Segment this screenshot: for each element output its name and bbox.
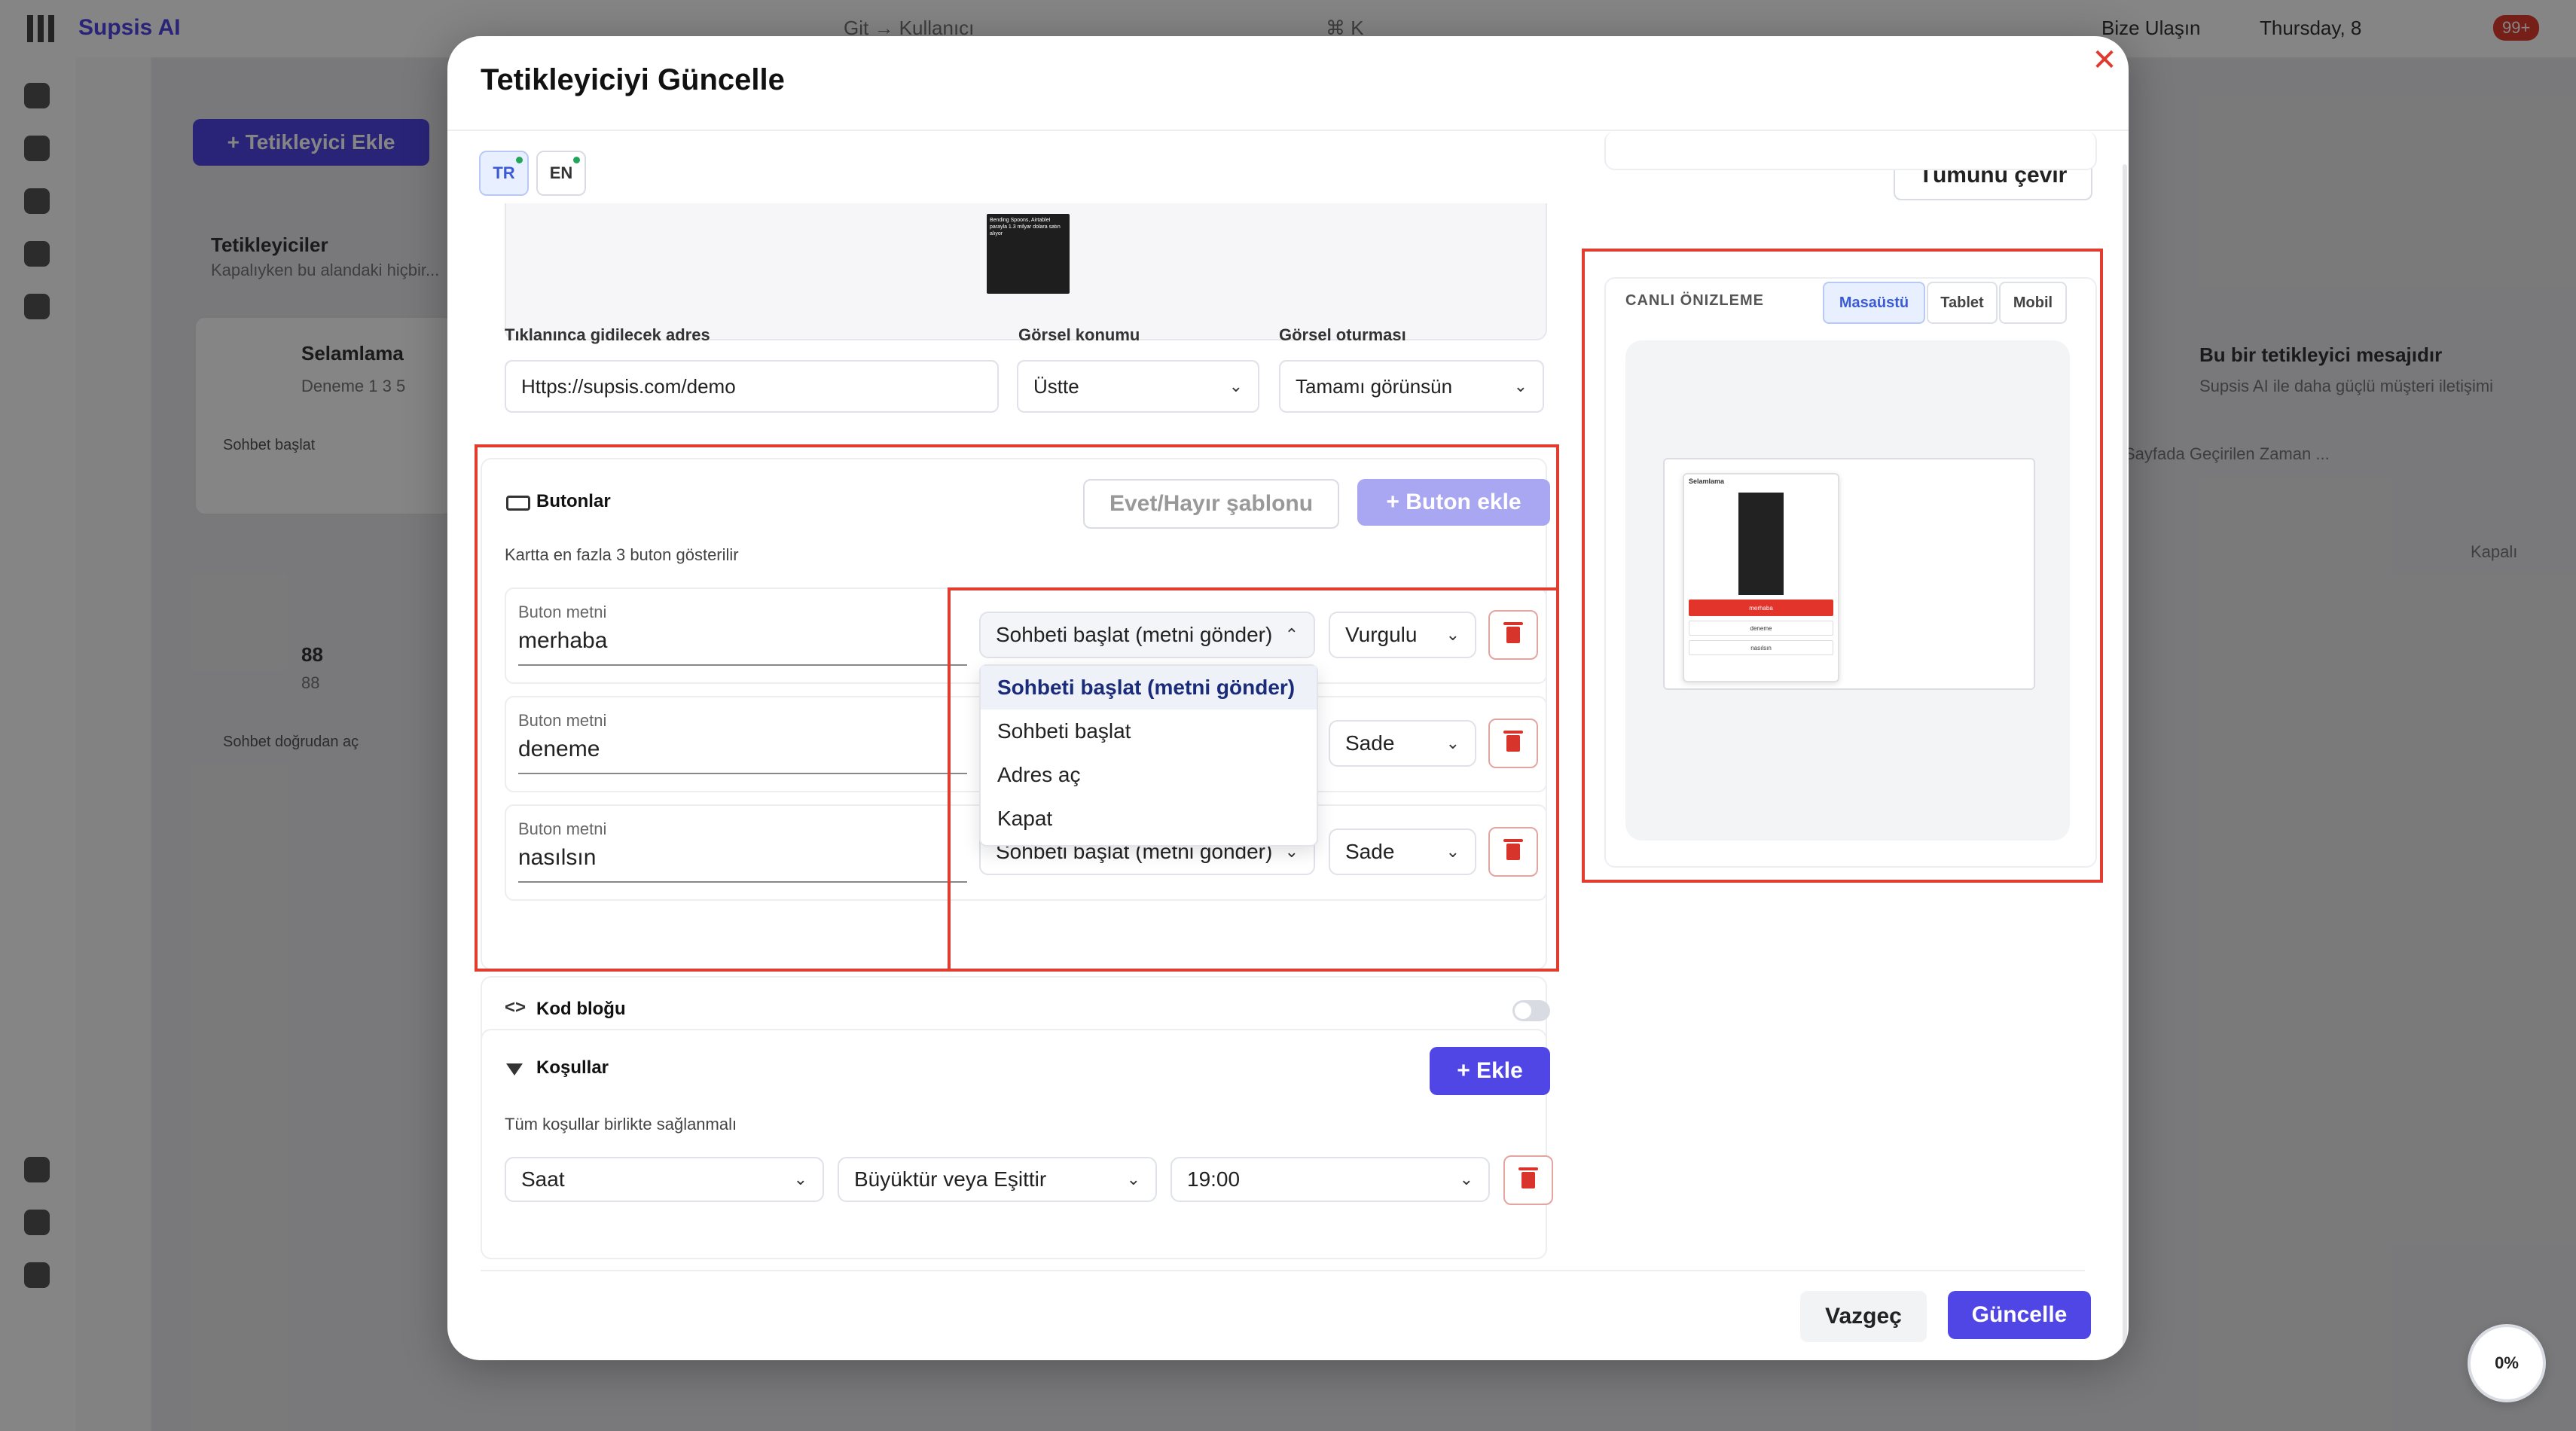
chevron-down-icon: ⌄: [1126, 1170, 1140, 1188]
code-icon: <>: [505, 997, 526, 1018]
chevron-down-icon: ⌄: [793, 1170, 807, 1188]
image-fit-label: Görsel oturması: [1279, 325, 1406, 344]
preview-panel-top: [1604, 131, 2097, 170]
conditions-hint: Tüm koşullar birlikte sağlanmalı: [505, 1115, 737, 1134]
update-button[interactable]: Güncelle: [1948, 1291, 2091, 1339]
link-label: Tıklanınca gidilecek adres: [505, 325, 710, 344]
footer-divider: [481, 1270, 2085, 1271]
filter-icon: [506, 1063, 523, 1076]
chevron-down-icon: ⌄: [1513, 377, 1528, 395]
delete-condition-button[interactable]: [1503, 1155, 1553, 1205]
image-fit-value: Tamamı görünsün: [1296, 374, 1453, 398]
code-block-title: Kod bloğu: [536, 999, 626, 1019]
lang-tab-tr-label: TR: [493, 163, 515, 182]
chevron-down-icon: ⌄: [1228, 377, 1243, 395]
add-condition-button[interactable]: + Ekle: [1430, 1047, 1550, 1095]
cancel-button[interactable]: Vazgeç: [1800, 1291, 1927, 1342]
lang-tab-en-label: EN: [549, 163, 573, 182]
highlight-actions-column: [948, 587, 1559, 972]
conditions-title: Koşullar: [536, 1057, 609, 1078]
condition-field-value: Saat: [521, 1167, 565, 1191]
image-caption: Bending Spoons, AirtableI parayla 1.3 mi…: [990, 218, 1061, 236]
highlight-preview: [1582, 249, 2103, 883]
condition-operator-select[interactable]: Büyüktür veya Eşittir ⌄: [838, 1157, 1157, 1202]
image-position-select[interactable]: Üstte ⌄: [1017, 360, 1259, 413]
lang-tab-tr[interactable]: TR: [479, 151, 529, 196]
chevron-down-icon: ⌄: [1459, 1170, 1473, 1188]
image-position-value: Üstte: [1033, 374, 1079, 398]
image-position-label: Görsel konumu: [1018, 325, 1140, 344]
progress-badge[interactable]: 0%: [2468, 1324, 2546, 1402]
condition-field-select[interactable]: Saat ⌄: [505, 1157, 824, 1202]
code-block-toggle[interactable]: [1512, 1000, 1550, 1021]
close-icon[interactable]: ✕: [2089, 44, 2120, 77]
lang-status-dot: [573, 157, 580, 163]
condition-value: 19:00: [1187, 1167, 1241, 1191]
modal-title: Tetikleyiciyi Güncelle: [481, 63, 785, 96]
conditions-section: [481, 1029, 1547, 1259]
trash-icon: [1518, 1167, 1538, 1188]
condition-operator-value: Büyüktür veya Eşittir: [854, 1167, 1047, 1191]
modal-scrollbar[interactable]: [2123, 164, 2127, 1360]
lang-status-dot: [516, 157, 523, 163]
image-fit-select[interactable]: Tamamı görünsün ⌄: [1279, 360, 1544, 413]
lang-tab-en[interactable]: EN: [536, 151, 586, 196]
image-thumbnail: Bending Spoons, AirtableI parayla 1.3 mi…: [987, 214, 1070, 294]
link-input[interactable]: Https://supsis.com/demo: [505, 360, 999, 413]
update-trigger-modal: Tetikleyiciyi Güncelle ✕ Bending Spoons,…: [447, 36, 2129, 1360]
condition-value-select[interactable]: 19:00 ⌄: [1170, 1157, 1490, 1202]
